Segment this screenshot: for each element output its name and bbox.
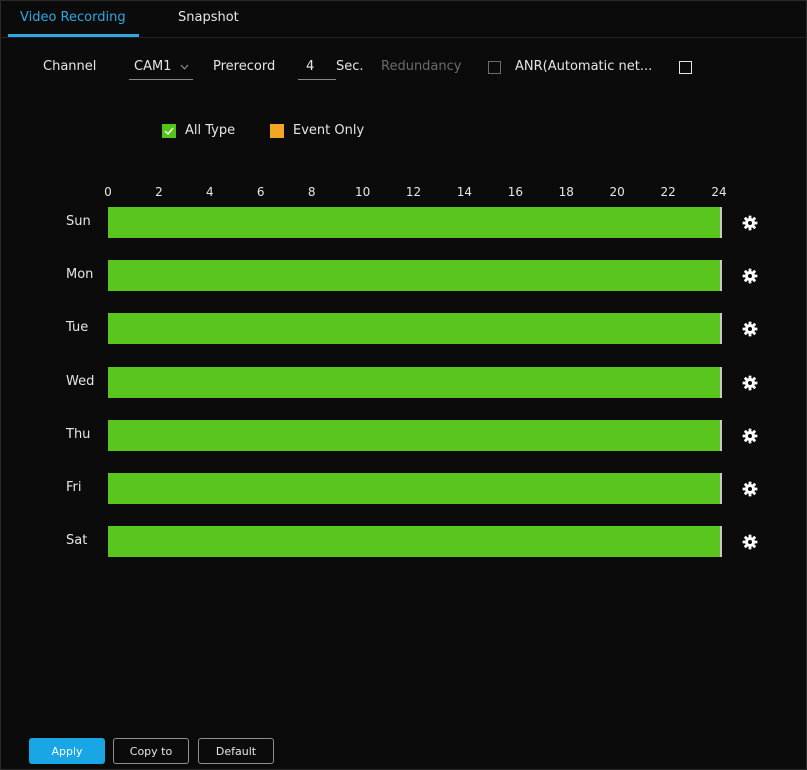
hour-tick: 16 — [507, 185, 523, 199]
gear-icon[interactable] — [742, 375, 758, 391]
default-button[interactable]: Default — [198, 738, 274, 764]
schedule-bar-thu[interactable] — [108, 420, 722, 451]
gear-icon[interactable] — [742, 321, 758, 337]
gear-icon[interactable] — [742, 534, 758, 550]
schedule-bar-sat[interactable] — [108, 526, 722, 557]
hour-tick: 12 — [405, 185, 422, 199]
event-only-label: Event Only — [293, 123, 365, 138]
day-label-mon: Mon — [66, 267, 94, 282]
hour-tick: 20 — [609, 185, 625, 199]
tab-snapshot[interactable]: Snapshot — [178, 10, 239, 25]
check-icon — [164, 127, 174, 136]
copy-to-button[interactable]: Copy to — [113, 738, 189, 764]
hour-tick: 4 — [206, 185, 214, 199]
apply-button[interactable]: Apply — [29, 738, 105, 764]
hour-tick: 2 — [155, 185, 163, 199]
gear-icon[interactable] — [742, 215, 758, 231]
prerecord-label: Prerecord — [213, 59, 276, 74]
hour-tick: 14 — [456, 185, 473, 199]
prerecord-input[interactable]: 4 — [298, 57, 336, 80]
hour-tick: 6 — [256, 185, 265, 199]
channel-select[interactable]: CAM1 — [129, 57, 193, 80]
chevron-down-icon — [180, 64, 189, 70]
gear-icon[interactable] — [742, 428, 758, 444]
anr-checkbox[interactable] — [679, 61, 692, 74]
all-type-legend-swatch — [162, 124, 176, 138]
day-label-sat: Sat — [66, 533, 88, 548]
hour-tick: 22 — [660, 185, 676, 199]
tabbar-divider — [0, 37, 807, 38]
hour-tick: 18 — [558, 185, 574, 199]
hour-tick: 10 — [354, 185, 371, 199]
schedule-bar-wed[interactable] — [108, 367, 722, 398]
day-label-wed: Wed — [66, 374, 95, 389]
channel-value: CAM1 — [134, 59, 172, 74]
channel-label: Channel — [43, 59, 97, 74]
all-type-label: All Type — [185, 123, 236, 138]
anr-label: ANR(Automatic net... — [515, 59, 653, 74]
schedule-bar-fri[interactable] — [108, 473, 722, 504]
gear-icon[interactable] — [742, 481, 758, 497]
hour-tick: 8 — [307, 185, 316, 199]
gear-icon[interactable] — [742, 268, 758, 284]
schedule-bar-mon[interactable] — [108, 260, 722, 291]
schedule-bar-sun[interactable] — [108, 207, 722, 238]
tab-video-recording[interactable]: Video Recording — [20, 10, 126, 25]
prerecord-unit: Sec. — [336, 59, 364, 74]
hour-tick: 24 — [711, 185, 727, 199]
day-label-sun: Sun — [66, 214, 91, 229]
prerecord-value: 4 — [306, 59, 315, 74]
day-label-fri: Fri — [66, 480, 82, 495]
hour-tick: 0 — [104, 185, 112, 199]
redundancy-label: Redundancy — [381, 59, 462, 74]
schedule-bar-tue[interactable] — [108, 313, 722, 344]
event-only-legend-swatch — [270, 124, 284, 138]
day-label-tue: Tue — [66, 320, 89, 335]
redundancy-checkbox[interactable] — [488, 61, 501, 74]
day-label-thu: Thu — [66, 427, 91, 442]
